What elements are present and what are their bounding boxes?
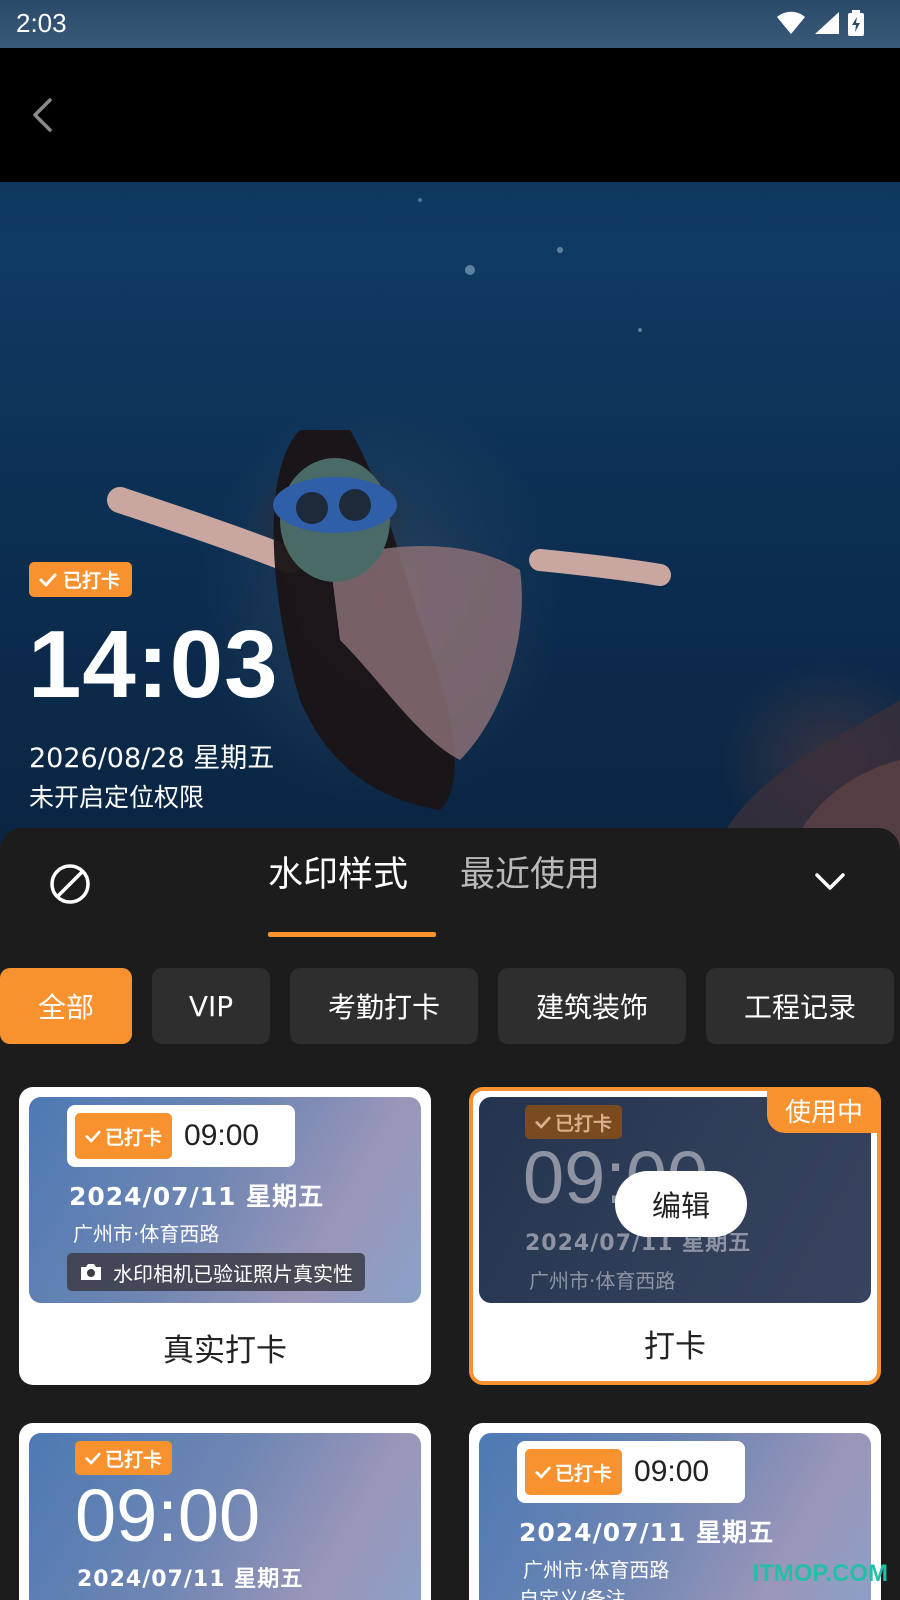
checked-in-badge: 已打卡	[75, 1113, 173, 1159]
watermark-card-big-time[interactable]: 已打卡 09:00 2024/07/11 星期五	[19, 1423, 431, 1600]
prohibited-icon	[50, 864, 90, 904]
watermark-date: 2026/08/28 星期五	[29, 743, 275, 774]
checkin-time-box: 已打卡 09:00	[67, 1105, 295, 1167]
checked-in-badge: 已打卡	[525, 1449, 623, 1495]
card-location: 广州市·体育西路	[73, 1222, 220, 1246]
back-button[interactable]	[22, 90, 62, 140]
card-time: 09:00	[634, 1455, 710, 1488]
check-icon	[39, 573, 57, 586]
check-icon	[535, 1116, 551, 1129]
card-note: 自定义/备注	[519, 1587, 626, 1600]
card-thumbnail: 已打卡 09:00 2024/07/11 星期五	[29, 1433, 421, 1600]
status-bar: 2:03	[0, 0, 900, 48]
card-time: 09:00	[184, 1119, 260, 1152]
active-tab-indicator	[268, 932, 436, 937]
badge-label: 已打卡	[555, 1112, 613, 1135]
top-toolbar	[0, 48, 900, 182]
camera-icon	[81, 1264, 101, 1280]
verify-text: 水印相机已验证照片真实性	[113, 1261, 353, 1286]
tab-watermark-style[interactable]: 水印样式	[268, 846, 408, 918]
card-title: 真实打卡	[163, 1332, 287, 1369]
badge-label: 已打卡	[555, 1462, 613, 1485]
watermark-card-real-checkin[interactable]: 已打卡 09:00 2024/07/11 星期五 广州市·体育西路 水印相机已验…	[19, 1087, 431, 1385]
panel-tabs: 水印样式 最近使用	[268, 846, 600, 918]
site-watermark: ITMOP.COM	[752, 1560, 888, 1587]
card-date: 2024/07/11 星期五	[519, 1518, 775, 1547]
in-use-tag: 使用中	[766, 1091, 877, 1133]
checked-in-badge: 已打卡	[29, 562, 133, 597]
badge-label: 已打卡	[105, 1448, 163, 1471]
verify-banner: 水印相机已验证照片真实性	[67, 1253, 365, 1291]
wifi-icon	[777, 11, 805, 34]
badge-label: 已打卡	[63, 570, 121, 592]
chip-attendance[interactable]: 考勤打卡	[290, 968, 478, 1044]
card-time: 09:00	[75, 1474, 261, 1557]
chevron-left-icon	[33, 98, 52, 132]
card-date: 2024/07/11 星期五	[77, 1567, 304, 1592]
watermark-location: 未开启定位权限	[29, 783, 205, 812]
cellular-signal-icon	[815, 12, 839, 34]
chip-vip[interactable]: VIP	[152, 968, 270, 1044]
no-watermark-button[interactable]	[48, 862, 92, 906]
check-icon	[85, 1130, 101, 1143]
chevron-down-icon	[815, 873, 845, 890]
card-date: 2024/07/11 星期五	[69, 1182, 325, 1211]
category-chips: 全部 VIP 考勤打卡 建筑装饰 工程记录	[0, 968, 894, 1044]
battery-icon	[848, 10, 864, 36]
checked-in-badge: 已打卡	[525, 1105, 623, 1139]
collapse-panel-button[interactable]	[812, 864, 848, 900]
checkin-time-box: 已打卡 09:00	[517, 1441, 745, 1503]
card-thumbnail: 已打卡 09:00 2024/07/11 星期五 广州市·体育西路 水印相机已验…	[29, 1097, 421, 1303]
status-icons	[776, 10, 864, 36]
check-icon	[535, 1466, 551, 1479]
chip-all[interactable]: 全部	[0, 968, 132, 1044]
status-time: 2:03	[16, 8, 67, 38]
chip-building-decoration[interactable]: 建筑装饰	[498, 968, 686, 1044]
checked-in-badge: 已打卡	[75, 1441, 173, 1475]
chip-engineering-record[interactable]: 工程记录	[706, 968, 894, 1044]
edit-button[interactable]: 编辑	[615, 1171, 747, 1237]
watermark-time: 14:03	[28, 611, 279, 718]
watermark-card-checkin-in-use[interactable]: 已打卡 09:00 2024/07/11 星期五 广州市·体育西路 编辑 使用中…	[469, 1087, 881, 1385]
card-title: 打卡	[644, 1328, 706, 1365]
check-icon	[85, 1452, 101, 1465]
card-location: 广州市·体育西路	[529, 1269, 676, 1293]
badge-label: 已打卡	[105, 1126, 163, 1149]
tab-recent[interactable]: 最近使用	[460, 846, 600, 918]
card-location: 广州市·体育西路	[523, 1558, 670, 1582]
